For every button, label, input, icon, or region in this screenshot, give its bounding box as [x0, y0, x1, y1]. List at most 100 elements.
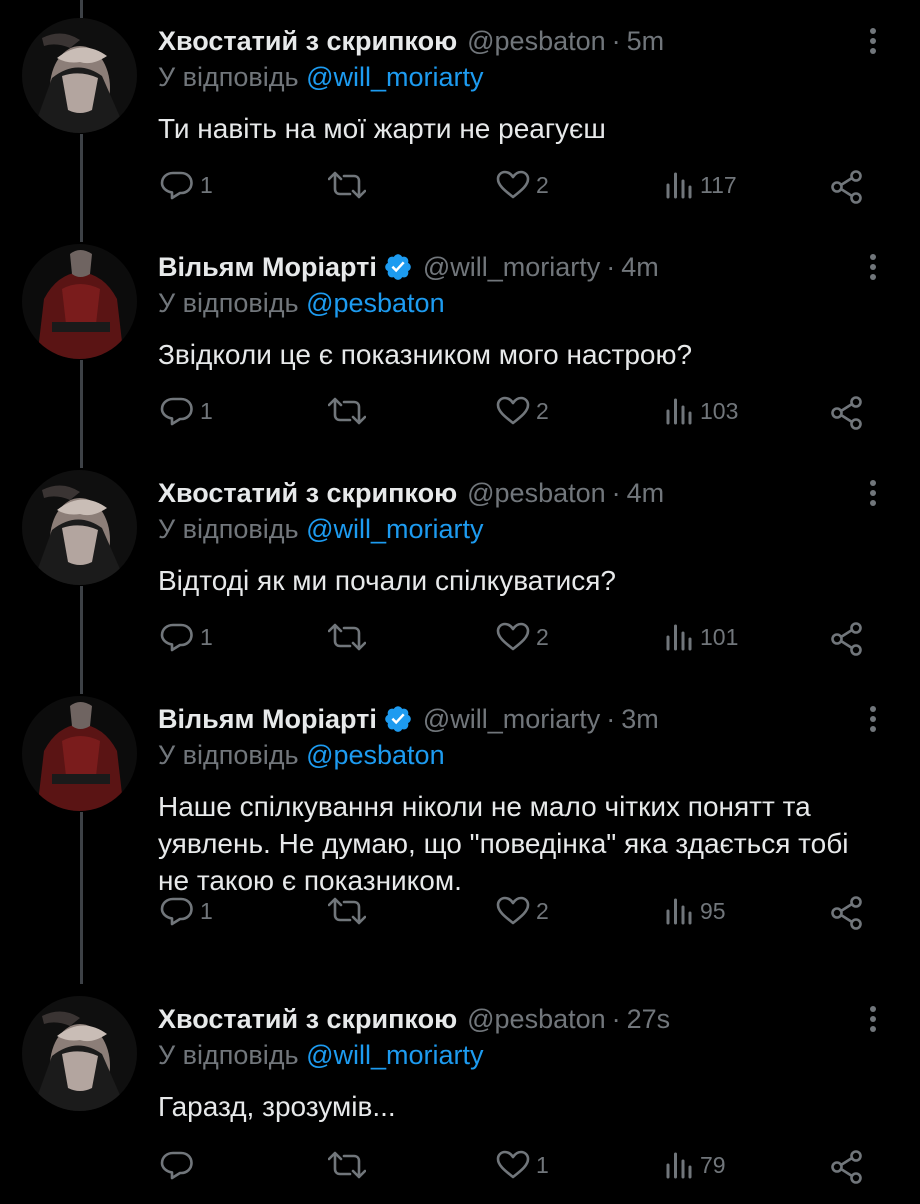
- reply-icon: [160, 896, 194, 926]
- reply-mention[interactable]: @pesbaton: [306, 740, 445, 770]
- author-name[interactable]: Хвостатий з скрипкою: [158, 26, 457, 57]
- like-button[interactable]: 2: [496, 896, 549, 926]
- tweet-header: Хвостатий з скрипкою @pesbaton · 5m: [158, 24, 664, 58]
- tweet[interactable]: Хвостатий з скрипкою @pesbaton · 4m У ві…: [0, 452, 920, 678]
- action-bar: 1 79: [0, 1150, 920, 1190]
- more-icon[interactable]: [868, 704, 878, 734]
- like-count: 2: [536, 397, 549, 424]
- retweet-icon: [328, 396, 366, 426]
- tweet-header: Вільям Моріарті @will_moriarty · 4m: [158, 250, 659, 284]
- separator-dot: ·: [606, 251, 616, 282]
- views-button[interactable]: 79: [664, 1150, 726, 1180]
- share-icon: [830, 1150, 864, 1184]
- more-icon[interactable]: [868, 26, 878, 56]
- views-count: 103: [700, 397, 739, 424]
- retweet-button[interactable]: [328, 896, 372, 926]
- retweet-icon: [328, 622, 366, 652]
- like-button[interactable]: 1: [496, 1150, 549, 1180]
- more-icon[interactable]: [868, 1004, 878, 1034]
- like-icon: [496, 896, 530, 926]
- like-button[interactable]: 2: [496, 622, 549, 652]
- views-button[interactable]: 103: [664, 396, 738, 426]
- share-button[interactable]: [830, 622, 864, 656]
- tweet[interactable]: Вільям Моріарті @will_moriarty · 4m У ві…: [0, 226, 920, 452]
- reply-button[interactable]: 1: [160, 622, 213, 652]
- tweet[interactable]: Хвостатий з скрипкою @pesbaton · 5m У ві…: [0, 0, 920, 226]
- like-icon: [496, 170, 530, 200]
- views-count: 101: [700, 623, 739, 650]
- timestamp[interactable]: 27s: [627, 1004, 671, 1035]
- retweet-button[interactable]: [328, 1150, 372, 1180]
- avatar[interactable]: [22, 244, 137, 359]
- more-icon[interactable]: [868, 478, 878, 508]
- author-handle[interactable]: @pesbaton: [467, 478, 606, 509]
- reply-button[interactable]: [160, 1150, 200, 1180]
- retweet-icon: [328, 170, 366, 200]
- share-button[interactable]: [830, 1150, 864, 1184]
- views-count: 95: [700, 897, 726, 924]
- separator-dot: ·: [611, 25, 621, 56]
- views-icon: [664, 170, 694, 200]
- timestamp[interactable]: 4m: [627, 478, 665, 509]
- timestamp[interactable]: 5m: [627, 26, 665, 57]
- reply-mention[interactable]: @will_moriarty: [306, 514, 483, 544]
- reply-mention[interactable]: @will_moriarty: [306, 1040, 483, 1070]
- share-button[interactable]: [830, 396, 864, 430]
- avatar[interactable]: [22, 696, 137, 811]
- reply-context: У відповідь @pesbaton: [158, 740, 445, 771]
- retweet-button[interactable]: [328, 396, 372, 426]
- reply-prefix: У відповідь: [158, 1040, 299, 1070]
- share-button[interactable]: [830, 896, 864, 930]
- retweet-button[interactable]: [328, 170, 372, 200]
- author-handle[interactable]: @will_moriarty: [423, 704, 600, 735]
- tweet[interactable]: Вільям Моріарті @will_moriarty · 3m У ві…: [0, 678, 920, 930]
- reply-count: 1: [200, 171, 213, 198]
- share-icon: [830, 622, 864, 656]
- author-handle[interactable]: @pesbaton: [467, 1004, 606, 1035]
- reply-count: 1: [200, 897, 213, 924]
- views-button[interactable]: 117: [664, 170, 737, 200]
- author-name[interactable]: Вільям Моріарті: [158, 252, 377, 283]
- author-handle[interactable]: @pesbaton: [467, 26, 606, 57]
- retweet-icon: [328, 896, 366, 926]
- views-button[interactable]: 101: [664, 622, 738, 652]
- like-icon: [496, 396, 530, 426]
- views-button[interactable]: 95: [664, 896, 726, 926]
- author-name[interactable]: Хвостатий з скрипкою: [158, 1004, 457, 1035]
- tweet-text: Ти навіть на мої жарти не реагуєш: [158, 113, 606, 144]
- timestamp[interactable]: 4m: [621, 252, 659, 283]
- share-button[interactable]: [830, 170, 864, 204]
- views-icon: [664, 1150, 694, 1180]
- retweet-button[interactable]: [328, 622, 372, 652]
- more-icon[interactable]: [868, 252, 878, 282]
- reply-prefix: У відповідь: [158, 514, 299, 544]
- like-button[interactable]: 2: [496, 170, 549, 200]
- views-count: 79: [700, 1151, 726, 1178]
- reply-count: 1: [200, 623, 213, 650]
- author-name[interactable]: Вільям Моріарті: [158, 704, 377, 735]
- author-name[interactable]: Хвостатий з скрипкою: [158, 478, 457, 509]
- author-handle[interactable]: @will_moriarty: [423, 252, 600, 283]
- reply-context: У відповідь @will_moriarty: [158, 1040, 484, 1071]
- reply-mention[interactable]: @pesbaton: [306, 288, 445, 318]
- reply-button[interactable]: 1: [160, 896, 213, 926]
- tweet-header: Хвостатий з скрипкою @pesbaton · 4m: [158, 476, 664, 510]
- tweet[interactable]: Хвостатий з скрипкою @pesbaton · 27s У в…: [0, 978, 920, 1204]
- reply-button[interactable]: 1: [160, 170, 213, 200]
- reply-count: 1: [200, 397, 213, 424]
- timestamp[interactable]: 3m: [621, 704, 659, 735]
- action-bar: 1 2 103: [0, 396, 920, 436]
- reply-context: У відповідь @will_moriarty: [158, 514, 484, 545]
- reply-prefix: У відповідь: [158, 288, 299, 318]
- reply-button[interactable]: 1: [160, 396, 213, 426]
- reply-mention[interactable]: @will_moriarty: [306, 62, 483, 92]
- like-button[interactable]: 2: [496, 396, 549, 426]
- retweet-icon: [328, 1150, 366, 1180]
- avatar[interactable]: [22, 18, 137, 133]
- reply-prefix: У відповідь: [158, 740, 299, 770]
- avatar[interactable]: [22, 996, 137, 1111]
- tweet-text: Гаразд, зрозумів...: [158, 1091, 396, 1122]
- like-count: 2: [536, 897, 549, 924]
- separator-dot: ·: [606, 703, 616, 734]
- avatar[interactable]: [22, 470, 137, 585]
